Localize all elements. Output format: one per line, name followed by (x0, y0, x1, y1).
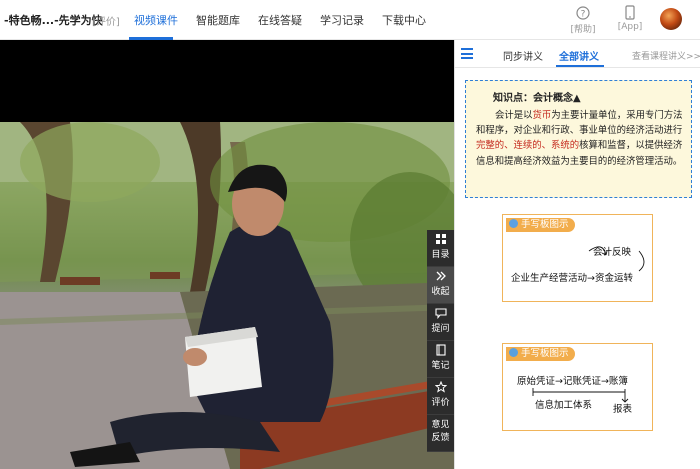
user-avatar[interactable] (660, 8, 682, 30)
help-button[interactable]: ? [帮助] (563, 5, 603, 35)
evaluate-link[interactable]: [评价] (92, 13, 120, 28)
tab-study-records[interactable]: 学习记录 (320, 12, 364, 28)
app-label: [App] (617, 22, 643, 32)
tab-video-courseware[interactable]: 视频课件 (134, 12, 178, 28)
collapse-label: 收起 (431, 287, 450, 297)
tab-question-bank[interactable]: 智能题库 (196, 12, 240, 28)
panel-tab-indicator (556, 65, 604, 67)
svg-text:报表: 报表 (613, 403, 633, 415)
collapse-button[interactable]: 收起 (427, 267, 454, 304)
feedback-label-line2: 反馈 (431, 433, 450, 443)
handwriting-header-1: 手写板图示 (506, 218, 575, 232)
handwriting-badge-icon (509, 348, 518, 357)
video-player[interactable]: 目录 收起 提问 笔记 评价 意见 反馈 (0, 40, 454, 469)
help-label: [帮助] (570, 25, 596, 35)
rate-label: 评价 (431, 398, 450, 408)
svg-text:?: ? (581, 10, 586, 20)
handwriting-diagram-2: 原始凭证→记账凭证→账簿 信息加工体系 报表 手写板图示 (502, 343, 653, 431)
ask-question-label: 提问 (431, 324, 450, 334)
handwriting-diagram-1: 会计反映 企业生产经营活动→资金运转 手写板图示 (502, 214, 653, 302)
svg-text:企业生产经营活动→资金运转: 企业生产经营活动→资金运转 (511, 272, 633, 284)
handwriting-header-2: 手写板图示 (506, 347, 575, 361)
handwriting-badge-icon (509, 219, 518, 228)
svg-text:信息加工体系: 信息加工体系 (535, 399, 592, 411)
knowledge-point-text: 会计是以货币为主要计量单位，采用专门方法和程序，对企业和行政、事业单位的经济活动… (476, 110, 683, 167)
grid-icon (435, 234, 446, 244)
star-icon (434, 381, 447, 393)
video-scene-image (0, 122, 454, 469)
feedback-label-line1: 意见 (431, 420, 450, 430)
notebook-icon (435, 344, 446, 356)
video-frame[interactable] (0, 122, 454, 469)
top-navigation-bar: -特色畅...-先学为快 [评价] 视频课件 智能题库 在线答疑 学习记录 下载… (0, 0, 700, 40)
video-side-toolbar: 目录 收起 提问 笔记 评价 意见 反馈 (427, 230, 454, 452)
lecture-notes-panel: 同步讲义 全部讲义 查看课程讲义>> 知识点：会计概念▲ 会计是以货币为主要计量… (454, 40, 700, 469)
chat-bubble-icon (434, 308, 447, 319)
svg-text:会计反映: 会计反映 (593, 246, 632, 258)
tab-sync-notes[interactable]: 同步讲义 (503, 48, 543, 63)
knowledge-point-title: 知识点：会计概念▲ (493, 93, 581, 104)
feedback-button[interactable]: 意见 反馈 (427, 415, 454, 452)
notes-button[interactable]: 笔记 (427, 341, 454, 378)
tab-online-qa[interactable]: 在线答疑 (258, 12, 302, 28)
app-button[interactable]: [App] (610, 5, 650, 35)
course-title: -特色畅...-先学为快 (4, 14, 103, 27)
rate-button[interactable]: 评价 (427, 378, 454, 415)
knowledge-point-box: 知识点：会计概念▲ 会计是以货币为主要计量单位，采用专门方法和程序，对企业和行政… (465, 80, 692, 198)
double-chevron-right-icon (436, 271, 446, 281)
notes-label: 笔记 (431, 361, 450, 371)
question-circle-icon: ? (563, 5, 603, 22)
panel-tab-bar: 同步讲义 全部讲义 查看课程讲义>> (455, 40, 700, 68)
tab-download-center[interactable]: 下载中心 (382, 12, 426, 28)
menu-icon[interactable] (461, 48, 473, 59)
mobile-phone-icon (610, 5, 650, 22)
ask-question-button[interactable]: 提问 (427, 304, 454, 341)
view-course-notes-link[interactable]: 查看课程讲义>> (632, 49, 700, 62)
svg-text:原始凭证→记账凭证→账簿: 原始凭证→记账凭证→账簿 (517, 375, 628, 387)
catalog-button[interactable]: 目录 (427, 230, 454, 267)
tab-all-notes[interactable]: 全部讲义 (559, 48, 599, 63)
catalog-label: 目录 (431, 250, 450, 260)
